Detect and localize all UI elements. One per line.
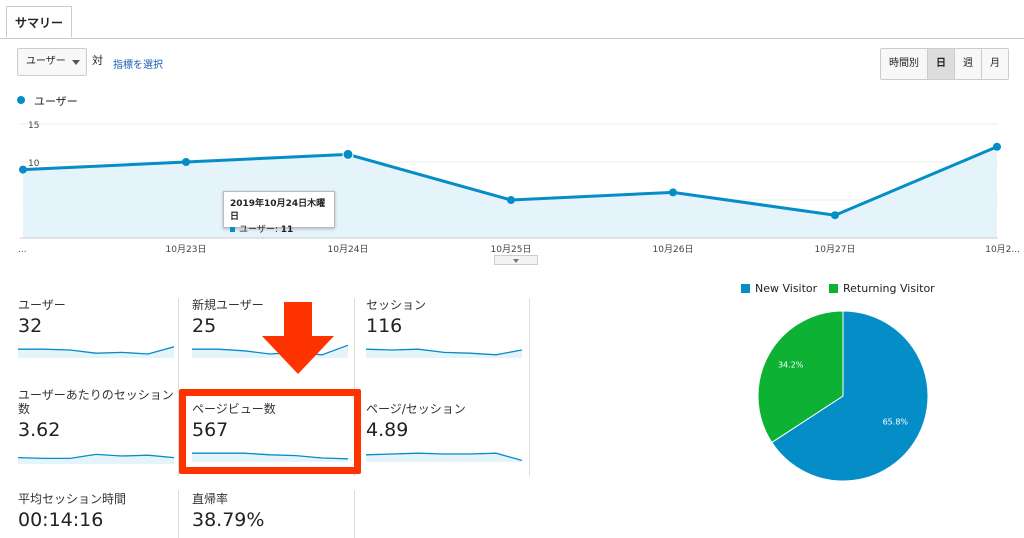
metric-tile[interactable]: 直帰率 38.79% — [192, 492, 360, 531]
tooltip-value: 11 — [280, 225, 294, 235]
data-point[interactable] — [182, 158, 190, 166]
series-area — [23, 146, 997, 238]
tab-summary[interactable]: サマリー — [6, 6, 72, 38]
metric-tile[interactable]: ユーザー 32 — [18, 298, 186, 358]
tooltip-series-label: ユーザー: — [239, 225, 278, 235]
metric-sparkline — [18, 453, 174, 464]
chart-collapse-handle[interactable] — [494, 255, 538, 265]
y-tick-label: 15 — [28, 121, 39, 131]
data-point[interactable] — [507, 196, 515, 204]
tile-divider — [178, 490, 179, 538]
metric-value: 3.62 — [18, 419, 61, 441]
data-point[interactable] — [19, 165, 27, 174]
x-tick-label: 10月24日 — [328, 244, 369, 255]
metric-value: 4.89 — [366, 419, 409, 441]
metric-label: ユーザーあたりのセッション数 — [18, 388, 174, 416]
metric-value: 116 — [366, 315, 403, 337]
chevron-down-icon — [72, 60, 80, 65]
data-point[interactable] — [993, 142, 1001, 151]
metric-tile[interactable]: 平均セッション時間 00:14:16 — [18, 492, 186, 531]
chart-tooltip: 2019年10月24日木曜日 ユーザー: 11 — [223, 191, 335, 235]
metric-label: 平均セッション時間 — [18, 492, 127, 506]
metric-dropdown-label: ユーザー — [26, 56, 66, 67]
granularity-month-button[interactable]: 月 — [982, 49, 1008, 79]
x-tick-label: 10月23日 — [166, 244, 207, 255]
select-metric-link[interactable]: 指標を選択 — [113, 56, 163, 71]
vs-label: 対 — [92, 54, 103, 67]
tile-divider — [529, 298, 530, 476]
tooltip-series-marker-icon — [230, 227, 235, 232]
metric-dropdown[interactable]: ユーザー — [17, 48, 87, 76]
metric-label: 直帰率 — [192, 492, 229, 506]
granularity-selector: 時間別 日 週 月 — [880, 48, 1009, 80]
legend-returning-visitor-swatch-icon — [829, 284, 838, 293]
visitor-type-pie-chart[interactable]: 65.8% 34.2% — [756, 309, 930, 483]
x-tick-label: 10月26日 — [653, 244, 694, 255]
pie-slice-label: 65.8% — [883, 417, 909, 426]
users-line-chart[interactable]: 15105...10月23日10月24日10月25日10月26日10月27日10… — [0, 112, 1024, 260]
metric-sparkline — [366, 452, 522, 462]
metric-value: 00:14:16 — [18, 509, 104, 531]
granularity-day-button[interactable]: 日 — [928, 49, 955, 79]
metric-tile[interactable]: ページ/セッション 4.89 — [366, 402, 534, 462]
metric-tile[interactable]: セッション 116 — [366, 298, 534, 358]
x-tick-label: 10月25日 — [491, 244, 532, 255]
tooltip-date: 2019年10月24日木曜日 — [230, 199, 326, 222]
metric-label: セッション — [366, 298, 427, 312]
metric-label: ページ/セッション — [366, 402, 466, 416]
series-legend-label: ユーザー — [34, 95, 78, 108]
data-point[interactable] — [669, 188, 677, 197]
metric-value: 32 — [18, 315, 43, 337]
data-point[interactable] — [831, 211, 839, 220]
down-arrow-icon — [262, 302, 334, 374]
metric-tile[interactable]: ユーザーあたりのセッション数 3.62 — [18, 388, 178, 464]
chevron-down-icon — [513, 259, 519, 263]
metric-label: ユーザー — [18, 298, 66, 312]
highlight-box — [179, 389, 361, 474]
pie-slice-label: 34.2% — [778, 361, 804, 370]
x-tick-label: ... — [18, 245, 27, 255]
legend-returning-visitor: Returning Visitor — [843, 282, 935, 295]
series-legend-dot-icon — [17, 96, 25, 104]
legend-new-visitor: New Visitor — [755, 282, 818, 295]
x-tick-label: 10月2... — [985, 244, 1020, 255]
data-point[interactable] — [342, 148, 354, 160]
granularity-hourly-button[interactable]: 時間別 — [881, 49, 928, 79]
tab-bar — [0, 0, 1024, 39]
x-tick-label: 10月27日 — [815, 244, 856, 255]
metric-value: 38.79% — [192, 509, 265, 531]
granularity-week-button[interactable]: 週 — [955, 49, 982, 79]
tile-divider — [354, 490, 355, 538]
metric-sparkline — [366, 348, 522, 358]
metric-sparkline — [18, 346, 174, 358]
legend-new-visitor-swatch-icon — [741, 284, 750, 293]
